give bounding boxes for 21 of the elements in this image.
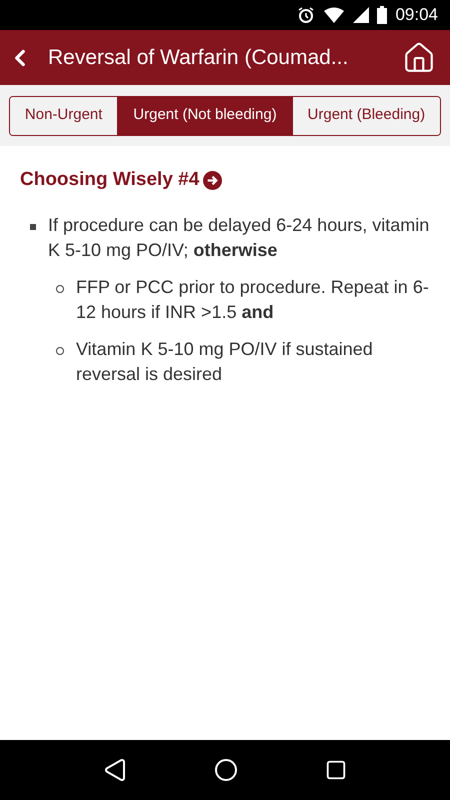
list-item-text: FFP or PCC prior to procedure. Repeat in 6-12 hours if INR >1.5 and bbox=[76, 276, 430, 324]
recents-nav-icon[interactable] bbox=[324, 759, 347, 781]
arrow-circle-icon bbox=[203, 170, 222, 190]
segment-tab[interactable]: Urgent (Bleeding) bbox=[292, 96, 440, 134]
home-icon bbox=[402, 40, 436, 74]
clock-time: 09:04 bbox=[395, 4, 438, 26]
page-title: Reversal of Warfarin (Coumad... bbox=[48, 44, 350, 71]
home-nav-icon[interactable] bbox=[214, 758, 238, 782]
battery-icon bbox=[377, 6, 388, 24]
home-button[interactable] bbox=[402, 40, 436, 74]
section-link[interactable]: Choosing Wisely #4 bbox=[20, 166, 200, 194]
bullet-icon bbox=[56, 346, 64, 354]
bullet-icon bbox=[56, 284, 64, 292]
list-item-text: Vitamin K 5-10 mg PO/IV if sustained reversal is desired bbox=[76, 338, 374, 386]
segment-tab[interactable]: Urgent (Not bleeding) bbox=[117, 96, 292, 134]
alarm-icon bbox=[297, 6, 316, 24]
signal-icon bbox=[353, 7, 370, 23]
list-item-text: If procedure can be delayed 6-24 hours, vitamin K 5-10 mg PO/IV; otherwise bbox=[48, 214, 430, 262]
bullet-icon bbox=[30, 224, 36, 230]
back-nav-icon[interactable] bbox=[103, 758, 128, 782]
wifi-icon bbox=[323, 7, 346, 23]
